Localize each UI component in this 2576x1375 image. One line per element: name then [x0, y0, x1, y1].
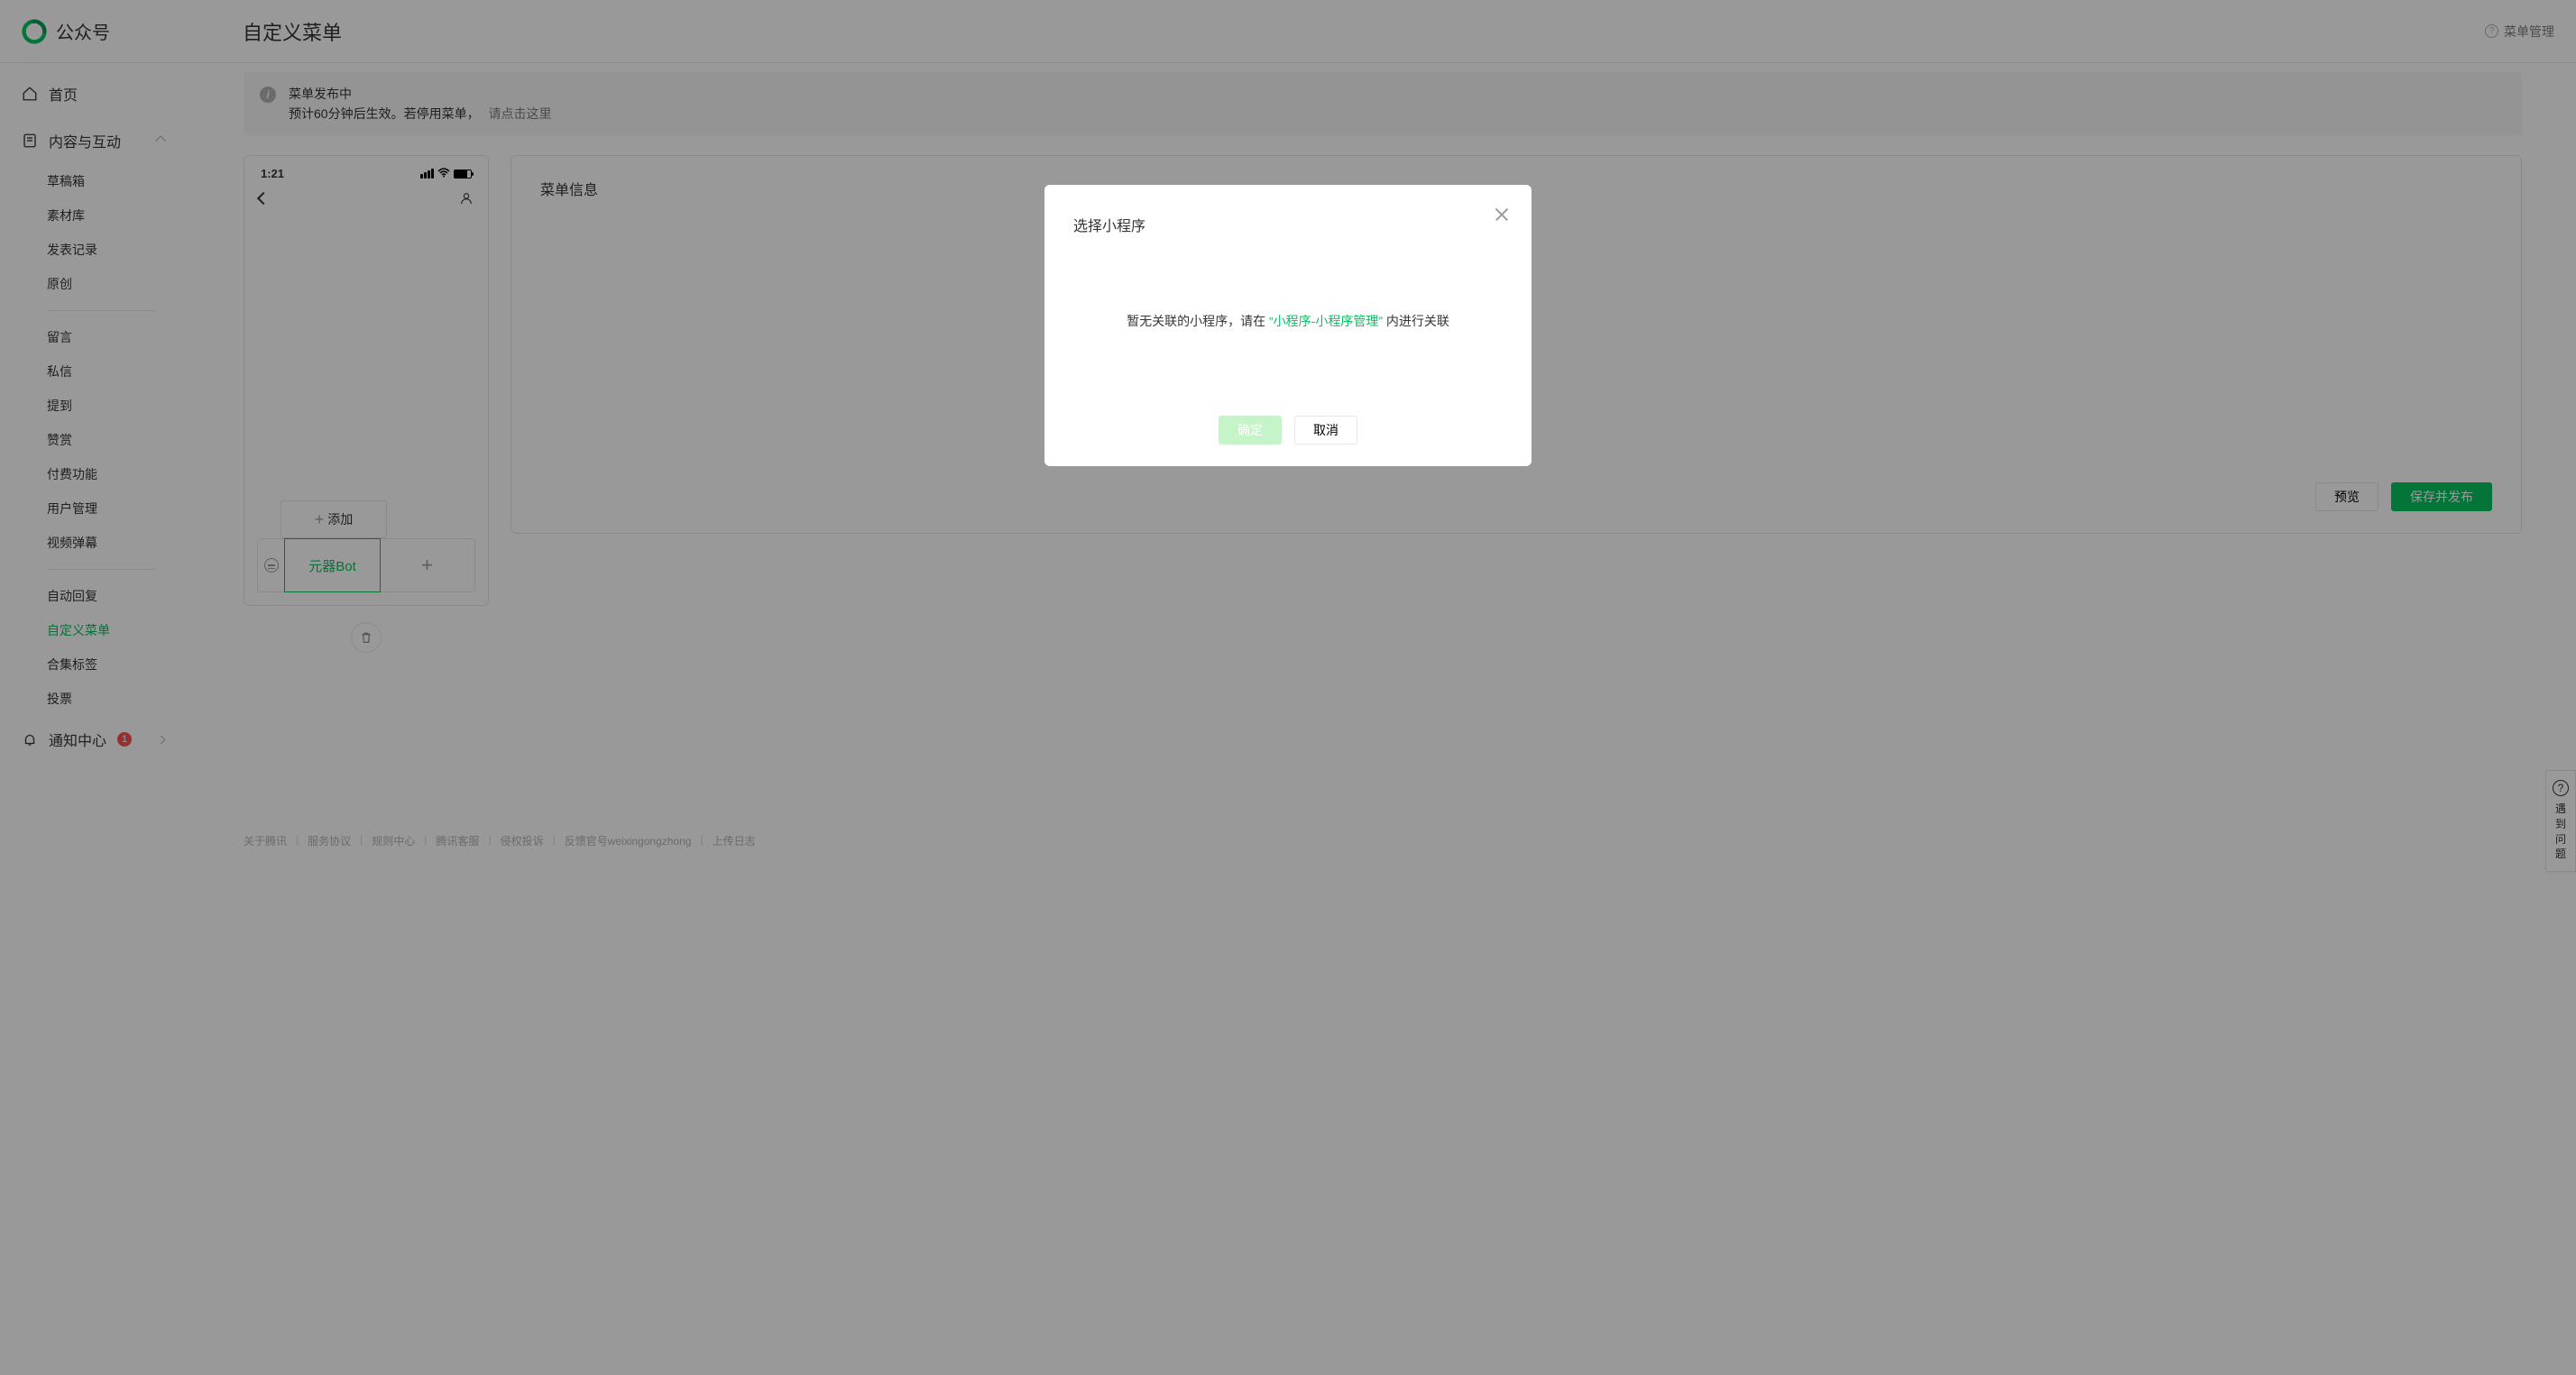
modal-overlay: 选择小程序 暂无关联的小程序，请在 “小程序-小程序管理” 内进行关联 确定 取…	[0, 0, 2576, 1375]
modal-close-button[interactable]	[1492, 205, 1512, 225]
modal-body-before: 暂无关联的小程序，请在	[1127, 314, 1269, 328]
modal-body-after: 内进行关联	[1383, 314, 1449, 328]
miniprogram-manage-link[interactable]: “小程序-小程序管理”	[1269, 314, 1383, 328]
modal-title: 选择小程序	[1073, 214, 1503, 235]
select-miniprogram-modal: 选择小程序 暂无关联的小程序，请在 “小程序-小程序管理” 内进行关联 确定 取…	[1044, 185, 1532, 466]
modal-body: 暂无关联的小程序，请在 “小程序-小程序管理” 内进行关联	[1073, 235, 1503, 407]
modal-confirm-button[interactable]: 确定	[1219, 416, 1282, 445]
modal-cancel-button[interactable]: 取消	[1294, 416, 1357, 445]
